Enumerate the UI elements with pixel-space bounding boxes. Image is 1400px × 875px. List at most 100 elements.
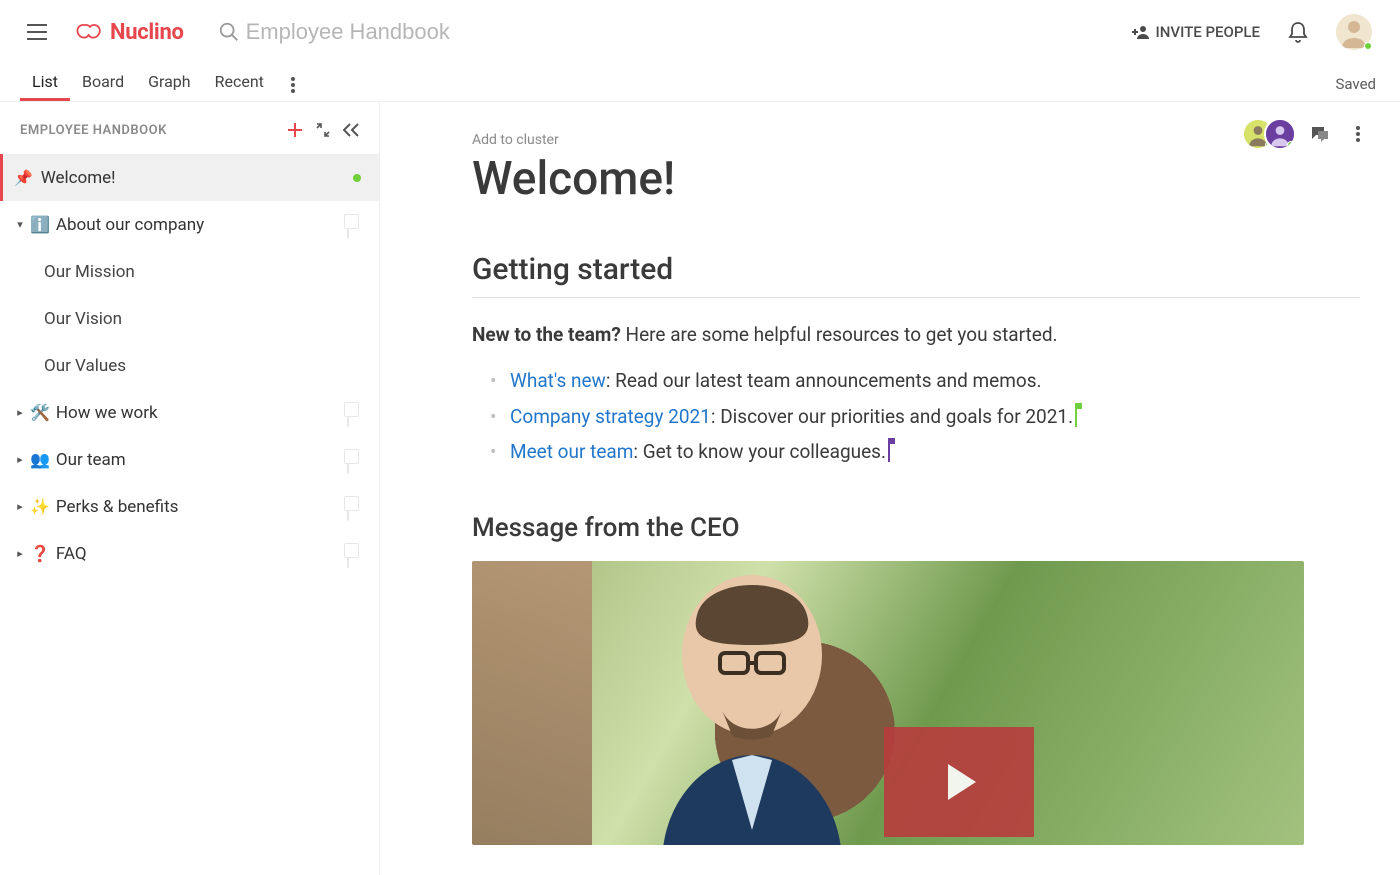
- search-icon: [218, 21, 240, 43]
- sidebar-item-perks[interactable]: ▸ ✨ Perks & benefits: [0, 483, 379, 530]
- list-item-text: : Discover our priorities and goals for …: [711, 405, 1073, 428]
- page-title[interactable]: Welcome!: [472, 152, 1360, 206]
- chevrons-left-icon: [343, 123, 359, 137]
- view-tabs: List Board Graph Recent Saved: [0, 64, 1400, 102]
- sidebar-header: EMPLOYEE HANDBOOK: [0, 116, 379, 154]
- people-icon: 👥: [30, 450, 50, 469]
- copy-icon[interactable]: [347, 218, 361, 232]
- sidebar-item-about[interactable]: ▾ ℹ️ About our company: [0, 201, 379, 248]
- collapse-sidebar-button[interactable]: [337, 116, 365, 144]
- link-whats-new[interactable]: What's new: [510, 369, 606, 392]
- sidebar: EMPLOYEE HANDBOOK 📌 Welcome! ▾ ℹ️ About …: [0, 102, 380, 875]
- copy-icon[interactable]: [347, 547, 361, 561]
- menu-button[interactable]: [18, 13, 56, 51]
- expand-button[interactable]: [309, 116, 337, 144]
- sidebar-item-mission[interactable]: Our Mission: [0, 248, 379, 295]
- sidebar-item-label: Our Values: [44, 356, 126, 376]
- tab-label: Board: [82, 72, 124, 91]
- document: Add to cluster Welcome! Getting started …: [380, 102, 1400, 875]
- list-item-text: : Read our latest team announcements and…: [606, 369, 1042, 392]
- sidebar-item-label: FAQ: [56, 544, 347, 564]
- sidebar-item-label: Our Vision: [44, 309, 122, 329]
- tab-label: Graph: [148, 72, 191, 91]
- invite-label: INVITE PEOPLE: [1156, 23, 1260, 41]
- sidebar-item-label: Welcome!: [41, 168, 353, 188]
- notifications-button[interactable]: [1282, 16, 1314, 48]
- intro-rest: Here are some helpful resources to get y…: [621, 323, 1058, 346]
- brain-icon: [76, 21, 104, 43]
- tab-board[interactable]: Board: [70, 64, 136, 101]
- sidebar-item-vision[interactable]: Our Vision: [0, 295, 379, 342]
- invite-people-button[interactable]: INVITE PEOPLE: [1132, 23, 1260, 41]
- sparkles-icon: ✨: [30, 497, 50, 516]
- chevron-down-icon: ▾: [14, 218, 26, 231]
- chevron-right-icon: ▸: [14, 406, 26, 419]
- app-name: Nuclino: [110, 20, 184, 45]
- section-heading[interactable]: Message from the CEO: [472, 513, 1360, 543]
- sidebar-item-values[interactable]: Our Values: [0, 342, 379, 389]
- list-item[interactable]: Company strategy 2021: Discover our prio…: [496, 399, 1360, 434]
- copy-icon[interactable]: [347, 500, 361, 514]
- page-tree: 📌 Welcome! ▾ ℹ️ About our company Our Mi…: [0, 154, 379, 875]
- save-status: Saved: [1335, 75, 1376, 93]
- tab-graph[interactable]: Graph: [136, 64, 203, 101]
- user-avatar[interactable]: [1336, 14, 1372, 50]
- search-input[interactable]: [246, 19, 646, 45]
- kebab-icon: [1356, 126, 1360, 142]
- sidebar-item-faq[interactable]: ▸ ❓ FAQ: [0, 530, 379, 577]
- section-heading[interactable]: Getting started: [472, 252, 1360, 298]
- ceo-video[interactable]: [472, 561, 1304, 845]
- bell-icon: [1288, 21, 1308, 43]
- tools-icon: 🛠️: [30, 403, 50, 422]
- app-logo[interactable]: Nuclino: [76, 20, 184, 45]
- document-toolbar: [1252, 118, 1372, 150]
- collaborator-cursor: [1075, 405, 1081, 427]
- document-more-button[interactable]: [1344, 120, 1372, 148]
- sidebar-item-label: How we work: [56, 403, 347, 423]
- play-button[interactable]: [884, 727, 1034, 837]
- tabs-more-button[interactable]: [276, 77, 310, 101]
- expand-icon: [316, 123, 330, 137]
- resource-list: What's new: Read our latest team announc…: [496, 363, 1360, 468]
- kebab-icon: [291, 77, 295, 93]
- main-area: EMPLOYEE HANDBOOK 📌 Welcome! ▾ ℹ️ About …: [0, 102, 1400, 875]
- list-item[interactable]: Meet our team: Get to know your colleagu…: [496, 434, 1360, 469]
- sidebar-item-label: Our Mission: [44, 262, 135, 282]
- collaborator-cursor: [888, 440, 894, 462]
- sidebar-item-team[interactable]: ▸ 👥 Our team: [0, 436, 379, 483]
- add-to-cluster[interactable]: Add to cluster: [472, 132, 1360, 148]
- copy-icon[interactable]: [347, 453, 361, 467]
- topbar: Nuclino INVITE PEOPLE: [0, 0, 1400, 64]
- sidebar-item-how[interactable]: ▸ 🛠️ How we work: [0, 389, 379, 436]
- sidebar-item-welcome[interactable]: 📌 Welcome!: [0, 154, 379, 201]
- intro-paragraph[interactable]: New to the team? Here are some helpful r…: [472, 320, 1360, 349]
- list-item-text: : Get to know your colleagues.: [633, 440, 886, 463]
- sidebar-item-label: About our company: [56, 215, 347, 235]
- comments-icon: [1310, 125, 1330, 143]
- global-search[interactable]: [218, 19, 1132, 45]
- tab-list[interactable]: List: [20, 64, 70, 101]
- sidebar-item-label: Our team: [56, 450, 347, 470]
- link-meet-team[interactable]: Meet our team: [510, 440, 633, 463]
- chevron-right-icon: ▸: [14, 500, 26, 513]
- presence-indicator: [353, 174, 361, 182]
- video-thumbnail: [602, 561, 902, 845]
- add-page-button[interactable]: [281, 116, 309, 144]
- comments-button[interactable]: [1306, 120, 1334, 148]
- list-item[interactable]: What's new: Read our latest team announc…: [496, 363, 1360, 398]
- intro-strong: New to the team?: [472, 323, 621, 346]
- plus-icon: [287, 122, 303, 138]
- presence-indicator: [1287, 141, 1295, 149]
- info-icon: ℹ️: [30, 215, 50, 234]
- sidebar-item-label: Perks & benefits: [56, 497, 347, 517]
- question-icon: ❓: [30, 544, 50, 563]
- presence-indicator: [1364, 42, 1372, 50]
- chevron-right-icon: ▸: [14, 453, 26, 466]
- chevron-right-icon: ▸: [14, 547, 26, 560]
- link-strategy[interactable]: Company strategy 2021: [510, 405, 711, 428]
- collaborator-avatar[interactable]: [1264, 118, 1296, 150]
- copy-icon[interactable]: [347, 406, 361, 420]
- tab-recent[interactable]: Recent: [203, 64, 276, 101]
- sidebar-title: EMPLOYEE HANDBOOK: [20, 123, 281, 138]
- hamburger-icon: [27, 24, 47, 40]
